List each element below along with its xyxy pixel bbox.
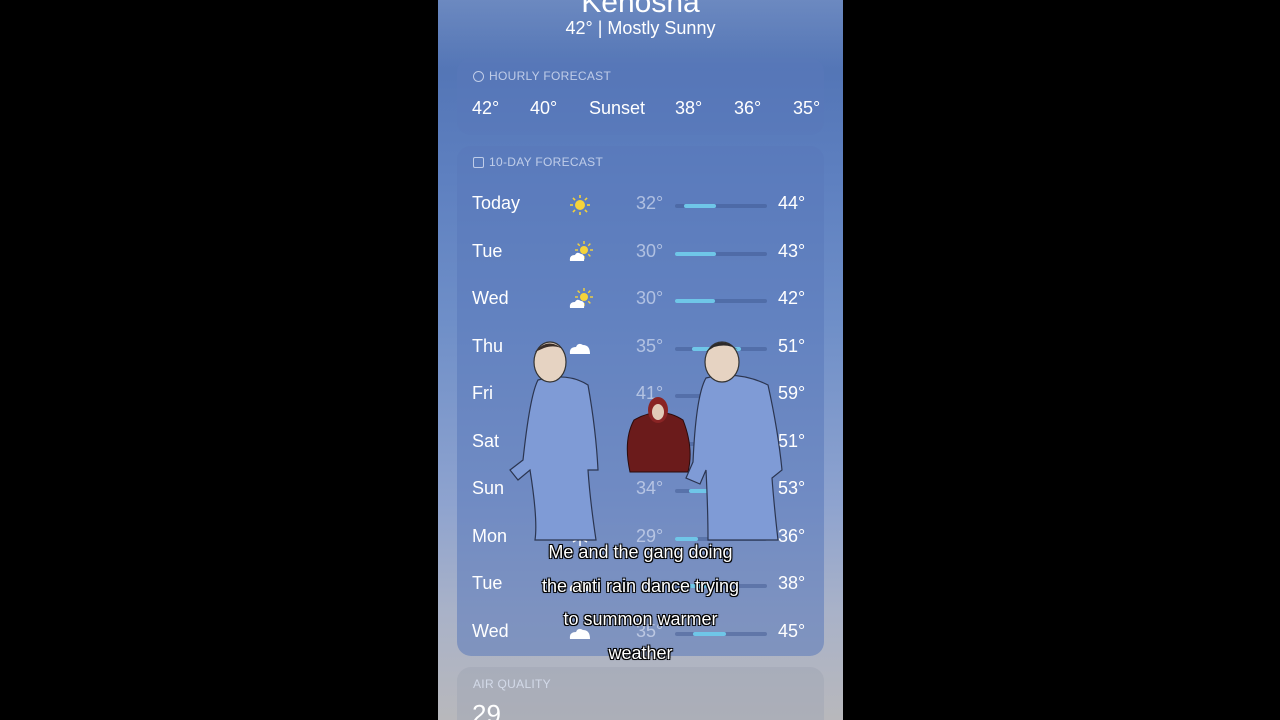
- sun-icon: [567, 193, 593, 217]
- clock-icon: [473, 70, 484, 82]
- day-name: Fri: [472, 383, 493, 403]
- temp-range-bar: [675, 441, 767, 446]
- low-temp: 34°: [636, 478, 664, 498]
- temp-range-fill: [675, 299, 715, 303]
- day-name: Sat: [472, 430, 500, 451]
- day-name: Tue: [472, 240, 503, 261]
- day-row[interactable]: Wed 30° 42°: [457, 286, 824, 316]
- partly-sunny-icon: [567, 288, 593, 312]
- hourly-item: 42°: [472, 98, 500, 118]
- day-name: Sun: [472, 478, 505, 498]
- cloud-icon: [567, 431, 593, 455]
- high-temp: 42°: [778, 288, 806, 308]
- day-row[interactable]: Tue 30° 43°: [457, 239, 824, 269]
- cloud-icon: [567, 336, 593, 360]
- hourly-item: 36°: [734, 98, 762, 118]
- day-row[interactable]: Thu 35° 51°: [457, 334, 824, 364]
- hourly-items: 42° 40° Sunset 38° 36° 35°: [457, 98, 824, 122]
- calendar-icon: [473, 156, 484, 168]
- day-row[interactable]: Fri 41° 59°: [457, 381, 824, 411]
- temp-range-bar: [675, 204, 767, 208]
- air-quality-value: 29: [472, 699, 501, 720]
- temp-range-fill: [675, 251, 717, 256]
- hourly-item: 35°: [793, 98, 821, 118]
- air-quality-header: AIR QUALITY: [473, 677, 551, 691]
- hourly-item: 38°: [675, 98, 703, 118]
- video-caption: Me and the gang doing the anti rain danc…: [498, 536, 783, 670]
- cloud-icon: [567, 478, 593, 502]
- hourly-forecast-title: HOURLY FORECAST: [489, 69, 612, 83]
- high-temp: 51°: [778, 430, 806, 451]
- low-temp: 30°: [636, 240, 664, 261]
- temp-range-fill: [707, 441, 740, 446]
- high-temp: 51°: [778, 335, 806, 356]
- temp-range-fill: [684, 204, 717, 208]
- current-conditions: 42° | Mostly Sunny: [565, 18, 716, 38]
- high-temp: 43°: [778, 240, 806, 261]
- temp-range-bar: [675, 394, 767, 398]
- day-name: Today: [472, 193, 521, 213]
- temp-range-bar: [675, 299, 767, 303]
- day-row[interactable]: Today 32° 44°: [457, 191, 824, 221]
- temp-range-bar: [675, 489, 767, 493]
- high-temp: 53°: [778, 478, 806, 498]
- hourly-forecast-header: HOURLY FORECAST: [473, 69, 611, 83]
- air-quality-card[interactable]: AIR QUALITY 29: [457, 667, 824, 720]
- low-temp: 30°: [636, 288, 664, 308]
- caption-line: weather: [608, 642, 673, 663]
- temp-range-fill: [691, 346, 742, 351]
- day-row[interactable]: Sun 34° 53°: [457, 476, 824, 506]
- caption-line: to summon warmer: [563, 609, 718, 629]
- ten-day-forecast-header: 10-DAY FORECAST: [473, 155, 603, 169]
- high-temp: 59°: [778, 383, 806, 403]
- hourly-item: 40°: [530, 98, 558, 118]
- day-name: Thu: [472, 335, 504, 356]
- temp-range-fill: [711, 394, 767, 398]
- caption-line: Me and the gang doing: [548, 542, 733, 562]
- temp-range-bar: [675, 251, 767, 256]
- temp-range-fill: [688, 489, 749, 493]
- caption-line: the anti rain dance trying: [541, 575, 740, 596]
- low-temp: 41°: [636, 383, 664, 403]
- temp-range-bar: [675, 346, 767, 351]
- low-temp: 32°: [636, 193, 664, 213]
- weather-app-screen: Kenosha 42° | Mostly Sunny HOURLY FORECA…: [438, 0, 843, 720]
- ten-day-forecast-title: 10-DAY FORECAST: [489, 155, 604, 169]
- high-temp: 44°: [778, 193, 806, 213]
- day-name: Wed: [472, 288, 509, 308]
- hourly-item: Sunset: [589, 98, 646, 118]
- day-row[interactable]: Sat 51°: [457, 429, 824, 459]
- air-quality-title: AIR QUALITY: [473, 677, 551, 691]
- cloud-icon: [567, 383, 593, 407]
- partly-sunny-icon: [567, 240, 593, 265]
- hourly-forecast-card[interactable]: HOURLY FORECAST 42° 40° Sunset 38° 36° 3…: [457, 58, 824, 135]
- city-name: Kenosha: [581, 0, 700, 19]
- low-temp: 35°: [636, 335, 664, 356]
